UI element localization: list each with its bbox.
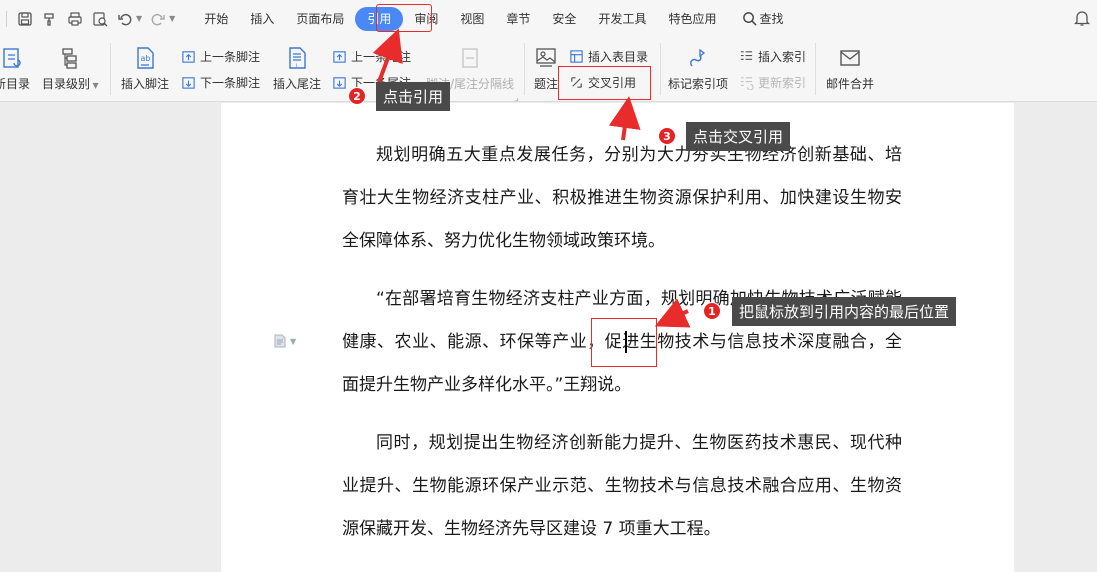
print-icon[interactable] [65,9,85,29]
toc-level-label: 目录级别 ▼ [42,77,99,91]
next-footnote-button[interactable]: 下一条脚注 [180,74,260,91]
step-3-text: 点击交叉引用 [693,128,784,146]
insert-table-of-figures-label: 插入表目录 [588,50,649,64]
update-index-icon [738,75,754,91]
update-index-button[interactable]: 更新索引 [738,74,806,91]
mail-merge-label: 邮件合并 [826,77,875,91]
caption-button[interactable]: 题注 [533,45,559,92]
paragraph-text: 规划明确五大重点发展任务，分别为大力夯实生物经济创新基础、培育壮大生物经济支柱产… [342,145,902,251]
undo-dropdown-icon[interactable]: ▼ [136,14,142,23]
caption-label: 题注 [533,77,558,91]
mark-index-button[interactable]: 标记索引项 [668,45,728,92]
insert-index-label: 插入索引 [758,50,807,64]
tab-security[interactable]: 安全 [541,7,587,31]
divider [524,43,525,95]
format-painter-icon[interactable] [40,9,60,29]
step-2-callout: 点击引用 [376,82,451,111]
highlight-cursor-position [591,318,657,367]
step-3-callout: 点击交叉引用 [686,122,791,151]
notification-icon[interactable] [1073,9,1091,27]
endnote-icon: i [284,45,310,71]
group-expand-icon[interactable]: ⌟ [515,93,519,102]
table-of-figures-icon [568,49,584,65]
prev-footnote-icon [180,49,196,65]
divider [660,43,661,95]
print-preview-icon[interactable] [90,9,110,29]
document-paragraph-3[interactable]: 同时，规划提出生物经济创新能力提升、生物医药技术惠民、现代种业提升、生物能源环保… [342,422,902,551]
insert-footnote-label: 插入脚注 [121,77,170,91]
document-paragraph-1[interactable]: 规划明确五大重点发展任务，分别为大力夯实生物经济创新基础、培育壮大生物经济支柱产… [342,134,902,263]
caption-image-icon [533,45,559,71]
next-footnote-label: 下一条脚注 [200,76,261,90]
tab-special-apps[interactable]: 特色应用 [657,7,727,31]
refresh-toc-icon [0,45,25,71]
step-3-badge: 3 [658,127,676,145]
tab-developer[interactable]: 开发工具 [587,7,657,31]
prev-endnote-icon [331,49,347,65]
update-index-label: 更新索引 [758,76,807,90]
svg-text:ab: ab [141,54,151,63]
insert-footnote-button[interactable]: ab 插入脚注 [121,45,169,92]
paragraph-menu-icon[interactable]: ▼ [273,334,296,348]
prev-endnote-label: 上一条尾注 [351,50,412,64]
tab-chapter[interactable]: 章节 [495,7,541,31]
step-2-badge: 2 [348,87,366,105]
insert-endnote-button[interactable]: i 插入尾注 [273,45,321,92]
search-button[interactable]: 查找 [731,7,794,31]
envelope-icon [837,45,863,71]
step-1-text: 把鼠标放到引用内容的最后位置 [739,303,950,321]
search-label: 查找 [759,11,784,26]
highlight-references-tab [376,4,432,32]
redo-icon[interactable] [148,9,168,29]
separator-line-icon [457,45,483,71]
prev-endnote-button[interactable]: 上一条尾注 [331,48,411,65]
step-1-callout: 把鼠标放到引用内容的最后位置 [732,297,957,326]
save-icon[interactable] [15,9,35,29]
next-footnote-icon [180,75,196,91]
mark-index-label: 标记索引项 [668,77,729,91]
tab-page-layout[interactable]: 页面布局 [285,7,355,31]
tab-view[interactable]: 视图 [449,7,495,31]
divider [110,43,111,95]
update-toc-label: 新目录 [0,77,31,91]
menu-bar: ▼ ▼ 开始 插入 页面布局 引用 审阅 视图 章节 安全 开发工具 特色应用 … [0,0,1097,37]
highlight-cross-reference [558,66,651,100]
divider [815,43,816,95]
step-2-text: 点击引用 [383,88,444,106]
quick-access-toolbar: ▼ ▼ [0,0,181,37]
next-endnote-icon [331,75,347,91]
toc-level-icon [57,45,83,71]
svg-text:i: i [296,63,297,69]
toc-level-button[interactable]: 目录级别 ▼ [42,45,99,92]
ribbon-tabs: 开始 插入 页面布局 引用 审阅 视图 章节 安全 开发工具 特色应用 查找 [193,0,794,37]
redo-dropdown-icon[interactable]: ▼ [169,14,175,23]
prev-footnote-label: 上一条脚注 [200,50,261,64]
ribbon-toolbar: 新目录 目录级别 ▼ ab 插入脚注 上一条脚注 下一条脚注 i 插入尾注 上一… [0,37,1097,102]
update-toc-button[interactable]: 新目录 [0,45,30,92]
insert-table-of-figures-button[interactable]: 插入表目录 [568,48,648,65]
insert-index-icon [738,49,754,65]
tab-start[interactable]: 开始 [193,7,239,31]
search-icon [743,12,758,26]
paragraph-text: 同时，规划提出生物经济创新能力提升、生物医药技术惠民、现代种业提升、生物能源环保… [342,433,902,539]
footnote-icon: ab [132,45,158,71]
tab-insert[interactable]: 插入 [239,7,285,31]
insert-endnote-label: 插入尾注 [273,77,322,91]
undo-icon[interactable] [115,9,135,29]
step-1-badge: 1 [703,302,721,320]
mail-merge-button[interactable]: 邮件合并 [826,45,874,92]
mark-index-icon [685,45,711,71]
prev-footnote-button[interactable]: 上一条脚注 [180,48,260,65]
divider [6,10,7,27]
insert-index-button[interactable]: 插入索引 [738,48,806,65]
